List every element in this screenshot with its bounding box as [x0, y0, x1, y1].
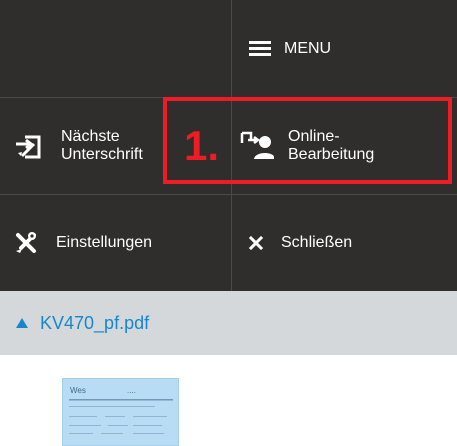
online-editing-label: Online- Bearbeitung — [288, 128, 375, 163]
document-preview-area: Wes .... — [0, 355, 457, 446]
menu-label: MENU — [284, 39, 332, 57]
toolbar-grid: MENU Nächste Unterschrift Online- Bearbe… — [0, 0, 457, 291]
online-editing-button[interactable]: Online- Bearbeitung — [232, 98, 457, 194]
thumbnail-subtitle: .... — [127, 386, 136, 395]
online-editing-icon — [240, 130, 274, 162]
menu-button[interactable]: MENU — [232, 0, 457, 97]
next-signature-button[interactable]: Nächste Unterschrift — [0, 98, 231, 194]
close-icon — [249, 236, 263, 250]
settings-label: Einstellungen — [56, 234, 153, 251]
triangle-up-icon — [16, 318, 28, 328]
sign-next-icon — [14, 132, 42, 160]
hamburger-icon — [249, 40, 271, 57]
tools-icon — [14, 231, 38, 255]
close-button[interactable]: Schließen — [232, 195, 457, 291]
signature-app: MENU Nächste Unterschrift Online- Bearbe… — [0, 0, 457, 446]
next-signature-label: Nächste Unterschrift — [61, 128, 143, 163]
thumbnail-title: Wes — [70, 386, 86, 395]
settings-button[interactable]: Einstellungen — [0, 195, 231, 291]
file-name: KV470_pf.pdf — [40, 312, 150, 333]
document-thumbnail[interactable]: Wes .... — [62, 378, 179, 446]
file-header[interactable]: KV470_pf.pdf — [0, 291, 457, 355]
close-label: Schließen — [281, 234, 353, 251]
